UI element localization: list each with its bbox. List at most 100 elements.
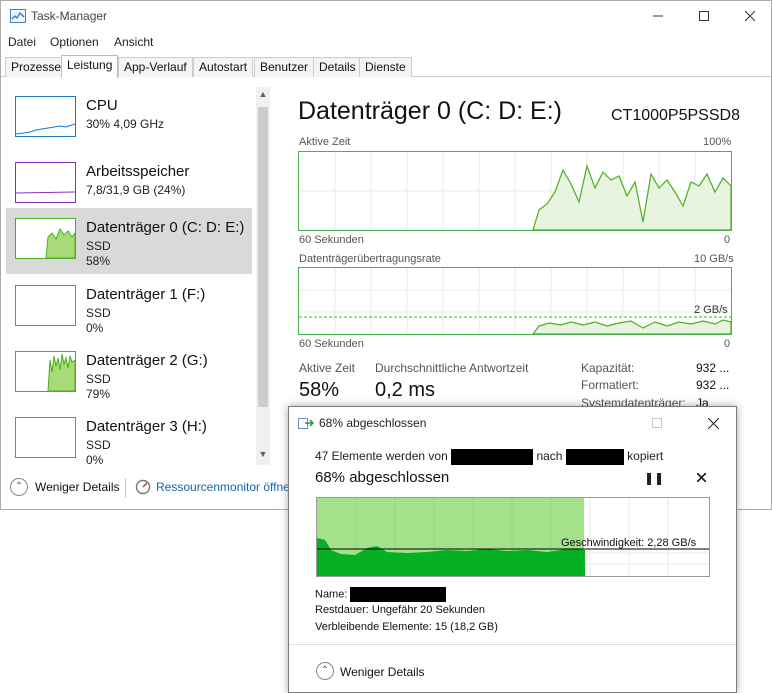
transfer-rate-graph-label: Datenträgerübertragungsrate — [299, 253, 441, 265]
file-name-label: Name: — [315, 588, 348, 601]
minimize-icon — [653, 15, 663, 17]
title-bar: Task-Manager — [1, 1, 771, 31]
sidebar-item-type: SSD — [86, 372, 111, 386]
sidebar-item-usage: 0% — [86, 321, 104, 335]
active-time-graph-min: 0 — [724, 234, 731, 246]
sidebar-item-label: Datenträger 1 (F:) — [86, 286, 206, 303]
sidebar-item-stat: 30% 4,09 GHz — [86, 117, 165, 131]
scrollbar-thumb[interactable] — [258, 107, 268, 407]
sidebar-item-label: Datenträger 2 (G:) — [86, 352, 208, 369]
copy-icon — [298, 418, 314, 429]
sidebar-item-type: SSD — [86, 438, 111, 452]
capacity-label: Kapazität: — [581, 361, 635, 375]
progress-heading: 68% abgeschlossen — [315, 469, 450, 486]
maximize-icon — [699, 11, 709, 21]
tab-autostart[interactable]: Autostart — [193, 57, 254, 77]
formatted-label: Formatiert: — [581, 378, 640, 392]
window-title: Task-Manager — [31, 9, 108, 23]
tab-dienste[interactable]: Dienste — [359, 57, 412, 77]
close-icon — [745, 11, 755, 21]
dialog-fewer-details-link[interactable]: Weniger Details — [340, 665, 424, 679]
close-icon — [707, 417, 719, 429]
redacted-source — [451, 449, 534, 465]
menu-optionen[interactable]: Optionen — [50, 35, 99, 49]
fewer-details-link[interactable]: Weniger Details — [35, 480, 119, 494]
dialog-title: 68% abgeschlossen — [319, 416, 427, 430]
tab-app-verlauf[interactable]: App-Verlauf — [118, 57, 193, 77]
tab-details[interactable]: Details — [313, 57, 362, 77]
sidebar-item-disk-3[interactable]: Datenträger 3 (H:) SSD 0% — [6, 408, 252, 465]
response-time-stat-value: 0,2 ms — [375, 379, 436, 401]
dialog-close-button[interactable] — [693, 413, 733, 433]
active-time-graph-max: 100% — [703, 136, 732, 148]
time-remaining-value: Ungefähr 20 Sekunden — [371, 604, 486, 616]
scroll-down-icon[interactable]: ▼ — [256, 449, 270, 463]
dialog-maximize-button[interactable] — [637, 413, 677, 433]
disk-3-thumbnail-graph — [15, 417, 76, 458]
copy-mid: nach — [536, 449, 563, 464]
transfer-rate-graph-span: 60 Sekunden — [299, 338, 364, 350]
file-name-row: Name: — [315, 587, 447, 602]
transfer-speed-graph: Geschwindigkeit: 2,28 GB/s — [316, 497, 710, 577]
formatted-value: 932 ... — [696, 378, 730, 392]
sidebar-item-usage: 79% — [86, 387, 111, 401]
sidebar-item-usage: 0% — [86, 453, 104, 465]
pause-icon: ❚❚ — [644, 471, 665, 485]
sidebar-item-stat: 7,8/31,9 GB (24%) — [86, 183, 186, 197]
active-time-graph — [298, 151, 732, 231]
items-remaining-value: 15 (18,2 GB) — [434, 621, 498, 633]
copy-description: 47 Elemente werden von nach kopiert — [315, 449, 663, 465]
file-copy-dialog: 68% abgeschlossen 47 Elemente werden von… — [288, 406, 737, 693]
response-time-stat-label: Durchschnittliche Antwortzeit — [375, 361, 529, 375]
sidebar-item-label: Arbeitsspeicher — [86, 163, 190, 180]
active-time-stat-value: 58% — [299, 379, 340, 401]
chevron-up-icon[interactable]: ⌃ — [10, 478, 28, 496]
chevron-up-icon[interactable]: ⌃ — [316, 662, 334, 680]
resource-monitor-link[interactable]: Ressourcenmonitor öffne — [156, 480, 290, 494]
sidebar-item-disk-0[interactable]: Datenträger 0 (C: D: E:) SSD 58% — [6, 208, 252, 274]
sidebar-item-cpu[interactable]: CPU 30% 4,09 GHz — [6, 87, 252, 151]
copy-suffix: kopiert — [627, 449, 664, 464]
disk-title: Datenträger 0 (C: D: E:) — [298, 97, 562, 125]
active-time-stat-label: Aktive Zeit — [299, 361, 356, 375]
footer-divider — [125, 478, 126, 498]
tab-leistung[interactable]: Leistung — [61, 55, 119, 78]
disk-2-thumbnail-graph — [15, 351, 76, 392]
sidebar-item-label: Datenträger 3 (H:) — [86, 418, 207, 435]
transfer-rate-marker-label: 2 GB/s — [694, 304, 728, 316]
tab-bar: Prozesse Leistung App-Verlauf Autostart … — [1, 55, 771, 78]
sidebar-item-type: SSD — [86, 306, 111, 320]
disk-1-thumbnail-graph — [15, 285, 76, 326]
transfer-speed-label: Geschwindigkeit: 2,28 GB/s — [561, 537, 697, 549]
close-icon — [695, 472, 707, 483]
capacity-value: 932 ... — [696, 361, 730, 375]
dialog-divider — [289, 644, 736, 645]
performance-sidebar: CPU 30% 4,09 GHz Arbeitsspeicher 7,8/31,… — [6, 87, 272, 465]
tab-benutzer[interactable]: Benutzer — [254, 57, 315, 77]
time-remaining-row: Restdauer: Ungefähr 20 Sekunden — [315, 604, 485, 616]
scroll-up-icon[interactable]: ▲ — [256, 89, 270, 103]
sidebar-item-disk-2[interactable]: Datenträger 2 (G:) SSD 79% — [6, 342, 252, 406]
disk-0-thumbnail-graph — [15, 218, 76, 259]
sidebar-item-label: Datenträger 0 (C: D: E:) — [86, 219, 245, 236]
items-remaining-row: Verbleibende Elemente: 15 (18,2 GB) — [315, 621, 498, 633]
pause-button[interactable]: ❚❚ — [644, 471, 664, 489]
sidebar-item-label: CPU — [86, 97, 118, 114]
sidebar-item-disk-1[interactable]: Datenträger 1 (F:) SSD 0% — [6, 276, 252, 340]
task-manager-icon — [10, 9, 26, 23]
menu-datei[interactable]: Datei — [8, 35, 36, 49]
items-remaining-label: Verbleibende Elemente: — [315, 621, 432, 633]
sidebar-scrollbar[interactable]: ▲ ▼ — [256, 87, 270, 465]
menu-ansicht[interactable]: Ansicht — [114, 35, 153, 49]
menu-bar: Datei Optionen Ansicht — [1, 32, 771, 52]
time-remaining-label: Restdauer: — [315, 604, 369, 616]
disk-model: CT1000P5PSSD8 — [611, 107, 740, 124]
sidebar-item-usage: 58% — [86, 254, 111, 268]
maximize-button[interactable] — [681, 1, 727, 31]
close-button[interactable] — [727, 1, 772, 31]
cancel-copy-button[interactable] — [691, 471, 711, 489]
transfer-rate-graph: 2 GB/s — [298, 267, 732, 335]
tab-prozesse[interactable]: Prozesse — [5, 57, 68, 77]
minimize-button[interactable] — [635, 1, 681, 31]
maximize-icon — [652, 418, 662, 428]
